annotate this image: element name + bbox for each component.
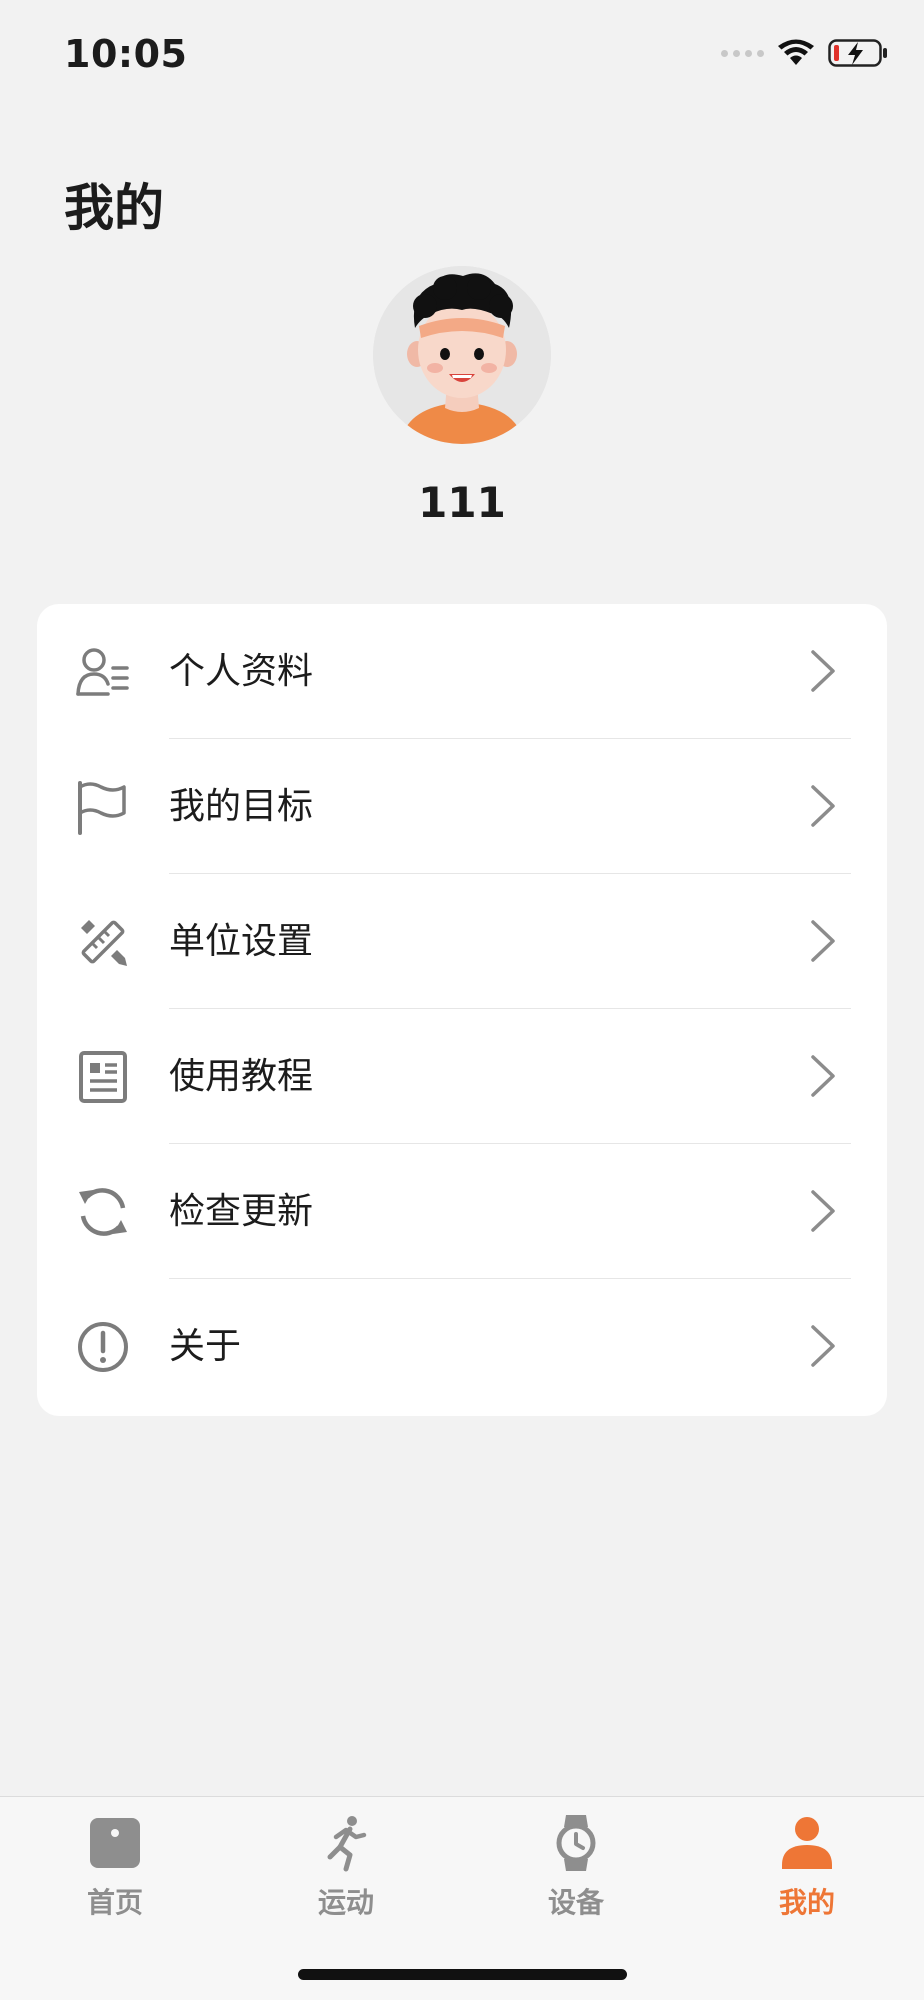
menu-item-units[interactable]: 单位设置 — [37, 874, 887, 1009]
chevron-right-icon — [811, 1055, 835, 1097]
chevron-right-icon — [811, 1190, 835, 1232]
username: 111 — [418, 478, 506, 527]
tab-label: 运动 — [317, 1886, 374, 1919]
wifi-icon — [778, 39, 814, 65]
menu-item-goals[interactable]: 我的目标 — [37, 739, 887, 874]
menu-item-profile[interactable]: 个人资料 — [37, 604, 887, 739]
menu-item-about[interactable]: 关于 — [37, 1279, 887, 1414]
menu-item-label: 个人资料 — [169, 651, 314, 692]
chevron-right-icon — [811, 920, 835, 962]
menu-card: 个人资料 我的目标 单位设置 使用教程 检查更新 关于 — [37, 604, 887, 1416]
chevron-right-icon — [811, 650, 835, 692]
user-list-icon — [76, 648, 129, 696]
avatar[interactable] — [373, 266, 551, 444]
menu-item-label: 我的目标 — [169, 786, 314, 827]
menu-item-label: 使用教程 — [169, 1056, 314, 1097]
running-icon — [327, 1816, 367, 1872]
tab-label: 设备 — [547, 1886, 604, 1919]
menu-item-tutorial[interactable]: 使用教程 — [37, 1009, 887, 1144]
menu-item-label: 关于 — [169, 1326, 242, 1367]
tab-sport[interactable]: 运动 — [266, 1813, 426, 1943]
menu-item-label: 单位设置 — [169, 921, 314, 962]
battery-charging-icon — [828, 39, 887, 67]
chevron-right-icon — [811, 785, 835, 827]
tab-label: 首页 — [86, 1886, 143, 1919]
profile-icon — [782, 1817, 832, 1869]
info-exclamation-icon — [78, 1322, 128, 1372]
signal-icon — [721, 49, 764, 57]
document-icon — [79, 1051, 127, 1103]
ruler-pencil-icon — [81, 920, 127, 966]
tab-label: 我的 — [778, 1886, 835, 1919]
status-bar: 10:05 — [0, 0, 924, 112]
chevron-right-icon — [811, 1325, 835, 1367]
cartoon-avatar — [373, 266, 551, 444]
refresh-icon — [79, 1188, 127, 1236]
tab-mine[interactable]: 我的 — [727, 1813, 887, 1943]
page-title: 我的 — [64, 179, 164, 237]
home-indicator[interactable] — [298, 1969, 627, 1980]
status-icons — [721, 38, 888, 68]
home-icon — [90, 1818, 140, 1868]
menu-item-check-update[interactable]: 检查更新 — [37, 1144, 887, 1279]
status-time: 10:05 — [64, 32, 188, 76]
flag-icon — [78, 781, 126, 835]
tab-home[interactable]: 首页 — [35, 1813, 195, 1943]
menu-item-label: 检查更新 — [169, 1191, 314, 1232]
watch-icon — [556, 1815, 596, 1871]
tab-device[interactable]: 设备 — [496, 1813, 656, 1943]
